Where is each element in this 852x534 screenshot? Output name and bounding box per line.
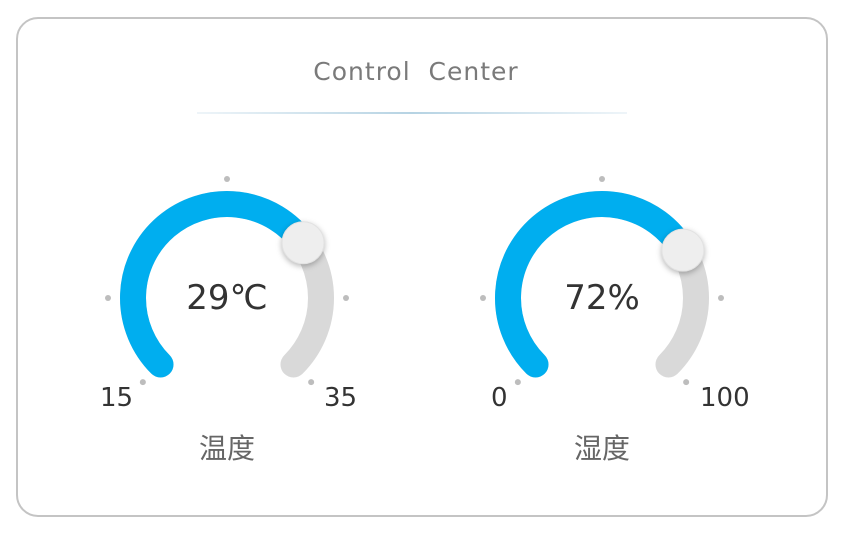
gauge-tick-dot bbox=[718, 295, 724, 301]
humidity-max-label: 100 bbox=[700, 383, 750, 413]
temperature-value: 29℃ bbox=[186, 278, 268, 318]
gauge-tick-dot bbox=[683, 379, 690, 386]
gauge-tick-dot bbox=[224, 176, 230, 182]
title-divider bbox=[197, 112, 627, 114]
gauge-tick-dot bbox=[139, 379, 146, 386]
humidity-slider-knob[interactable] bbox=[661, 228, 705, 272]
temperature-gauge: 29℃ 15 35 温度 bbox=[100, 170, 392, 470]
panel-title: Control Center bbox=[313, 57, 519, 86]
gauge-tick-dot bbox=[480, 295, 486, 301]
gauge-tick-dot bbox=[599, 176, 605, 182]
temperature-min-label: 15 bbox=[100, 383, 134, 413]
gauge-tick-dot bbox=[308, 379, 315, 386]
temperature-slider-knob[interactable] bbox=[281, 221, 325, 265]
humidity-min-label: 0 bbox=[491, 383, 508, 413]
gauge-tick-dot bbox=[105, 295, 111, 301]
humidity-gauge: 72% 0 100 湿度 bbox=[480, 170, 767, 470]
gauge-tick-dot bbox=[343, 295, 349, 301]
gauge-tick-dot bbox=[514, 379, 521, 386]
temperature-label: 温度 bbox=[198, 432, 255, 465]
temperature-max-label: 35 bbox=[324, 383, 358, 413]
humidity-value: 72% bbox=[564, 278, 640, 318]
humidity-label: 湿度 bbox=[573, 432, 630, 465]
